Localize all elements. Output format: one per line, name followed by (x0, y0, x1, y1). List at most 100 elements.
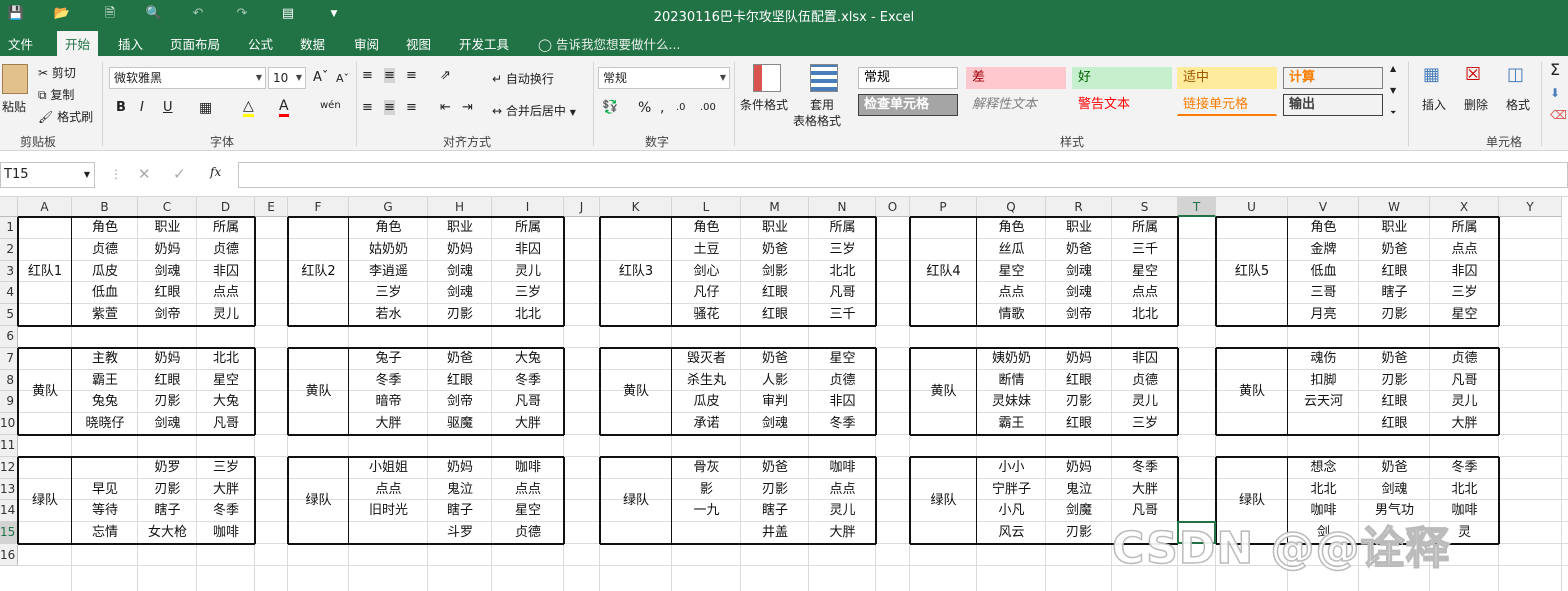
table-cell[interactable]: 冬季 (1430, 457, 1499, 479)
table-cell[interactable]: 非囚 (197, 261, 255, 283)
column-header[interactable]: D (197, 197, 255, 217)
table-cell[interactable]: 剑魂 (428, 261, 492, 283)
table-cell[interactable]: 小凡 (977, 500, 1046, 522)
table-cell[interactable]: 剑魂 (138, 413, 197, 435)
align-left-icon[interactable]: ≡ (362, 100, 373, 115)
table-cell[interactable]: 角色 (72, 217, 138, 239)
column-header[interactable]: P (910, 197, 977, 217)
row-header[interactable]: 8 (0, 369, 18, 392)
table-cell[interactable]: 一九 (672, 500, 741, 522)
table-cell[interactable]: 驱魔 (428, 413, 492, 435)
table-cell[interactable]: 北北 (492, 304, 564, 326)
table-cell[interactable]: 金牌 (1288, 239, 1359, 261)
comma-icon[interactable]: , (660, 100, 664, 116)
table-cell[interactable]: 红眼 (428, 370, 492, 392)
table-cell[interactable]: 旧时光 (349, 500, 428, 522)
column-header[interactable]: R (1046, 197, 1112, 217)
table-cell[interactable]: 职业 (1046, 217, 1112, 239)
table-cell[interactable]: 奶爸 (1359, 239, 1430, 261)
table-cell[interactable]: 奶妈 (1046, 348, 1112, 370)
table-cell[interactable]: 凡仔 (672, 282, 741, 304)
table-cell[interactable]: 贞德 (197, 239, 255, 261)
copy-button[interactable]: ⧉ 复制 (38, 86, 74, 103)
table-cell[interactable]: 姨奶奶 (977, 348, 1046, 370)
cell-style-2[interactable]: 好 (1072, 67, 1172, 89)
table-cell[interactable]: 奶妈 (428, 457, 492, 479)
table-cell[interactable]: 北北 (1112, 304, 1178, 326)
row-header[interactable]: 9 (0, 391, 18, 414)
decrease-indent-icon[interactable]: ⇤ (440, 100, 451, 115)
tab-formulas[interactable]: 公式 (248, 34, 273, 53)
column-header[interactable]: U (1216, 197, 1288, 217)
select-all-corner[interactable] (0, 197, 18, 217)
table-cell[interactable]: 情歌 (977, 304, 1046, 326)
table-cell[interactable]: 宁胖子 (977, 479, 1046, 501)
row-header[interactable]: 10 (0, 413, 18, 435)
row-header[interactable]: 3 (0, 260, 18, 283)
table-cell[interactable]: 大胖 (809, 522, 876, 544)
table-cell[interactable]: 奶妈 (138, 348, 197, 370)
table-cell[interactable]: 鬼泣 (428, 479, 492, 501)
table-cell[interactable]: 凡哥 (1430, 370, 1499, 392)
column-header[interactable]: K (600, 197, 672, 217)
table-cell[interactable]: 霸王 (72, 370, 138, 392)
table-cell[interactable]: 红眼 (741, 282, 809, 304)
table-cell[interactable]: 北北 (809, 261, 876, 283)
table-cell[interactable]: 土豆 (672, 239, 741, 261)
table-cell[interactable]: 奶罗 (138, 457, 197, 479)
column-header[interactable]: S (1112, 197, 1178, 217)
table-cell[interactable] (1288, 413, 1359, 435)
table-cell[interactable]: 点点 (492, 479, 564, 501)
table-cell[interactable]: 剑帝 (428, 391, 492, 413)
table-cell[interactable]: 角色 (1288, 217, 1359, 239)
table-cell[interactable]: 低血 (1288, 261, 1359, 283)
cell-style-7[interactable]: 警告文本 (1072, 94, 1172, 116)
table-cell[interactable]: 奶妈 (428, 239, 492, 261)
table-cell[interactable]: 三岁 (492, 282, 564, 304)
table-cell[interactable]: 奶妈 (138, 239, 197, 261)
table-cell[interactable]: 人影 (741, 370, 809, 392)
wrap-text-button[interactable]: ↵ 自动换行 (492, 70, 554, 87)
column-header[interactable]: Q (977, 197, 1046, 217)
table-cell[interactable]: 晓晓仔 (72, 413, 138, 435)
table-cell[interactable]: 主教 (72, 348, 138, 370)
table-cell[interactable]: 冬季 (1112, 457, 1178, 479)
column-header[interactable]: I (492, 197, 564, 217)
table-cell[interactable]: 奶爸 (741, 457, 809, 479)
table-cell[interactable]: 剑帝 (1046, 304, 1112, 326)
table-cell[interactable]: 扣脚 (1288, 370, 1359, 392)
cell-style-8[interactable]: 链接单元格 (1177, 94, 1277, 116)
column-header[interactable]: L (672, 197, 741, 217)
table-cell[interactable]: 星空 (977, 261, 1046, 283)
column-header[interactable]: H (428, 197, 492, 217)
column-header[interactable]: A (18, 197, 72, 217)
table-cell[interactable]: 骚花 (672, 304, 741, 326)
table-cell[interactable]: 低血 (72, 282, 138, 304)
table-cell[interactable]: 姑奶奶 (349, 239, 428, 261)
table-cell[interactable]: 角色 (977, 217, 1046, 239)
table-cell[interactable]: 瞎子 (1359, 282, 1430, 304)
column-header[interactable]: Y (1499, 197, 1562, 217)
paste-button[interactable]: 粘贴 (2, 98, 26, 115)
border-icon[interactable]: ▦ (199, 100, 212, 116)
table-cell[interactable]: 剑魂 (428, 282, 492, 304)
table-format-button[interactable]: 套用 (810, 96, 834, 113)
formula-input[interactable] (238, 162, 1568, 188)
decrease-decimal-icon[interactable]: .00 (700, 102, 716, 113)
table-cell[interactable]: 三岁 (809, 239, 876, 261)
table-cell[interactable]: 剑心 (672, 261, 741, 283)
table-cell[interactable] (349, 522, 428, 544)
table-cell[interactable]: 剑魔 (1046, 500, 1112, 522)
table-cell[interactable]: 瞎子 (138, 500, 197, 522)
table-cell[interactable]: 职业 (428, 217, 492, 239)
table-cell[interactable]: 三岁 (197, 457, 255, 479)
table-cell[interactable]: 毁灭者 (672, 348, 741, 370)
table-cell[interactable]: 点点 (1430, 239, 1499, 261)
cell-style-5[interactable]: 检查单元格 (858, 94, 958, 116)
table-cell[interactable]: 杀生丸 (672, 370, 741, 392)
delete-cells-button[interactable]: 删除 (1464, 96, 1488, 113)
table-cell[interactable]: 李逍遥 (349, 261, 428, 283)
table-cell[interactable]: 承诺 (672, 413, 741, 435)
table-cell[interactable]: 非囚 (809, 391, 876, 413)
table-cell[interactable]: 奶爸 (741, 348, 809, 370)
